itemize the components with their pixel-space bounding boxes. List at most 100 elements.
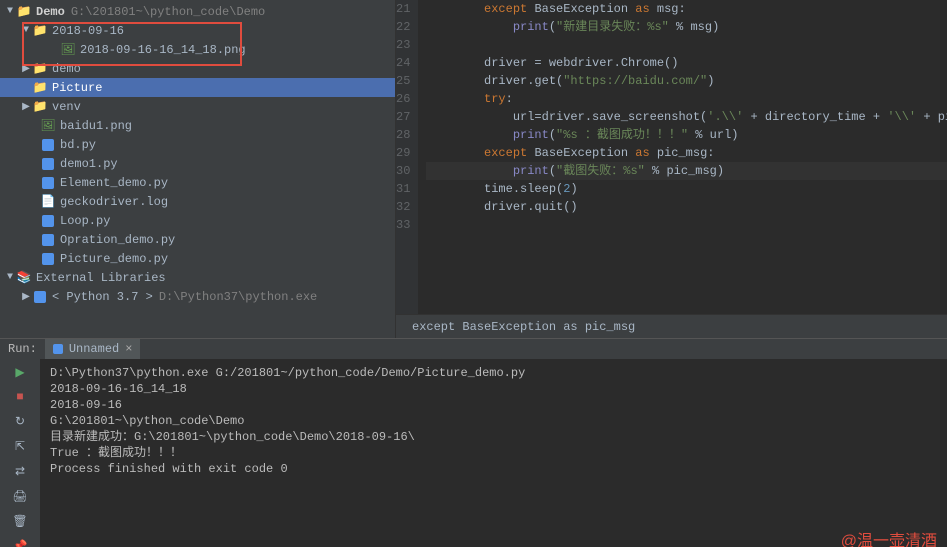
python-icon xyxy=(40,251,56,267)
watermark-text: @温一壶清酒 xyxy=(841,534,937,547)
arrow-right-icon[interactable]: ▶ xyxy=(20,63,32,75)
tree-label: < Python 3.7 > xyxy=(52,290,153,304)
tree-folder-picture[interactable]: 📁 Picture xyxy=(0,78,395,97)
code-line[interactable]: except BaseException as msg: xyxy=(426,0,947,18)
tree-python37[interactable]: ▶ < Python 3.7 > D:\Python37\python.exe xyxy=(0,287,395,306)
line-number: 24 xyxy=(396,54,410,72)
arrow-down-icon[interactable]: ▼ xyxy=(20,25,32,36)
python-icon xyxy=(40,232,56,248)
trash-icon[interactable]: 🗑 xyxy=(12,514,27,529)
tree-label: 2018-09-16 xyxy=(52,24,124,38)
restart-icon[interactable]: ↻ xyxy=(15,414,25,429)
tree-label: bd.py xyxy=(60,138,96,152)
line-number: 23 xyxy=(396,36,410,54)
python-icon xyxy=(53,344,63,354)
arrow-right-icon[interactable]: ▶ xyxy=(20,101,32,113)
folder-icon: 📁 xyxy=(32,80,48,96)
line-number: 29 xyxy=(396,144,410,162)
tree-label: geckodriver.log xyxy=(60,195,168,209)
tree-file[interactable]: Opration_demo.py xyxy=(0,230,395,249)
code-line[interactable]: driver.quit() xyxy=(426,198,947,216)
code-content[interactable]: except BaseException as msg: print("新建目录… xyxy=(418,0,947,314)
line-number: 31 xyxy=(396,180,410,198)
tree-project-root[interactable]: ▼ 📁 Demo G:\201801~\python_code\Demo xyxy=(0,2,395,21)
line-number: 25 xyxy=(396,72,410,90)
line-number: 22 xyxy=(396,18,410,36)
console-line: 2018-09-16 xyxy=(50,397,937,413)
tree-file[interactable]: demo1.py xyxy=(0,154,395,173)
tree-file-png[interactable]: 🖼 2018-09-16-16_14_18.png xyxy=(0,40,395,59)
console-line: True ：截图成功！！！ xyxy=(50,445,937,461)
project-path: G:\201801~\python_code\Demo xyxy=(71,5,265,19)
library-icon: 📚 xyxy=(16,270,32,286)
run-icon[interactable]: ▶ xyxy=(15,365,24,380)
code-line[interactable] xyxy=(426,36,947,54)
code-line[interactable]: print("截图失败：%s" % pic_msg) xyxy=(426,162,947,180)
stop-icon[interactable]: ■ xyxy=(16,390,23,404)
console-line: G:\201801~\python_code\Demo xyxy=(50,413,937,429)
tree-folder-demo[interactable]: ▶ 📁 demo xyxy=(0,59,395,78)
project-name: Demo xyxy=(36,5,65,19)
console-line: Process finished with exit code 0 xyxy=(50,461,937,477)
line-number: 28 xyxy=(396,126,410,144)
python-icon xyxy=(40,213,56,229)
arrow-down-icon[interactable]: ▼ xyxy=(4,6,16,17)
tree-label: 2018-09-16-16_14_18.png xyxy=(80,43,246,57)
breadcrumb-bar[interactable]: except BaseException as pic_msg xyxy=(396,314,947,338)
up-icon[interactable]: ⇱ xyxy=(15,439,25,454)
code-line[interactable]: try: xyxy=(426,90,947,108)
tree-file[interactable]: Picture_demo.py xyxy=(0,249,395,268)
tree-label: Element_demo.py xyxy=(60,176,168,190)
code-line[interactable]: print("%s ：截图成功！！！" % url) xyxy=(426,126,947,144)
python-icon xyxy=(32,289,48,305)
tree-file[interactable]: Loop.py xyxy=(0,211,395,230)
console-output[interactable]: D:\Python37\python.exe G:/201801~/python… xyxy=(40,359,947,547)
code-line[interactable]: driver = webdriver.Chrome() xyxy=(426,54,947,72)
image-icon: 🖼 xyxy=(60,42,76,58)
code-line[interactable]: except BaseException as pic_msg: xyxy=(426,144,947,162)
run-config-tab[interactable]: Unnamed × xyxy=(45,339,141,359)
folder-icon: 📁 xyxy=(16,4,32,20)
tree-label: demo xyxy=(52,62,81,76)
code-line[interactable]: time.sleep(2) xyxy=(426,180,947,198)
tree-label: demo1.py xyxy=(60,157,118,171)
tree-label: Loop.py xyxy=(60,214,110,228)
line-number: 26 xyxy=(396,90,410,108)
tree-ext-libraries[interactable]: ▼ 📚 External Libraries xyxy=(0,268,395,287)
line-number: 27 xyxy=(396,108,410,126)
wrap-icon[interactable]: ⇄ xyxy=(15,464,25,479)
line-gutter: 21 22 23 24 25 26 27 28 29 30 31 32 33 xyxy=(396,0,418,314)
run-toolbar: ▶ ■ ↻ ⇱ ⇄ 🖨 🗑 📌 xyxy=(0,359,40,547)
code-line[interactable] xyxy=(426,216,947,234)
console-line: D:\Python37\python.exe G:/201801~/python… xyxy=(50,365,937,381)
project-tree[interactable]: ▼ 📁 Demo G:\201801~\python_code\Demo ▼ 📁… xyxy=(0,0,395,306)
log-icon: 📄 xyxy=(40,194,56,210)
tree-label: Picture_demo.py xyxy=(60,252,168,266)
line-number: 21 xyxy=(396,0,410,18)
code-line[interactable]: driver.get("https://baidu.com/") xyxy=(426,72,947,90)
tree-file[interactable]: bd.py xyxy=(0,135,395,154)
tree-folder-date[interactable]: ▼ 📁 2018-09-16 xyxy=(0,21,395,40)
console-line: 2018-09-16-16_14_18 xyxy=(50,381,937,397)
run-tab-bar: Run: Unnamed × xyxy=(0,339,947,359)
tab-name: Unnamed xyxy=(69,342,119,356)
line-number: 32 xyxy=(396,198,410,216)
tree-file[interactable]: 📄 geckodriver.log xyxy=(0,192,395,211)
console-line: 目录新建成功：G:\201801~\python_code\Demo\2018-… xyxy=(50,429,937,445)
python-icon xyxy=(40,175,56,191)
code-editor[interactable]: 21 22 23 24 25 26 27 28 29 30 31 32 33 e… xyxy=(396,0,947,338)
close-icon[interactable]: × xyxy=(125,342,132,356)
tree-file[interactable]: Element_demo.py xyxy=(0,173,395,192)
code-line[interactable]: print("新建目录失败：%s" % msg) xyxy=(426,18,947,36)
print-icon[interactable]: 🖨 xyxy=(12,489,27,504)
tree-label: Picture xyxy=(52,81,102,95)
breadcrumb-text: except BaseException as pic_msg xyxy=(412,320,635,334)
pin-icon[interactable]: 📌 xyxy=(13,539,28,547)
tree-label: External Libraries xyxy=(36,271,166,285)
tree-folder-venv[interactable]: ▶ 📁 venv xyxy=(0,97,395,116)
code-line[interactable]: url=driver.save_screenshot('.\\' + direc… xyxy=(426,108,947,126)
python-icon xyxy=(40,156,56,172)
arrow-down-icon[interactable]: ▼ xyxy=(4,272,16,283)
arrow-right-icon[interactable]: ▶ xyxy=(20,291,32,303)
tree-file[interactable]: 🖼 baidu1.png xyxy=(0,116,395,135)
